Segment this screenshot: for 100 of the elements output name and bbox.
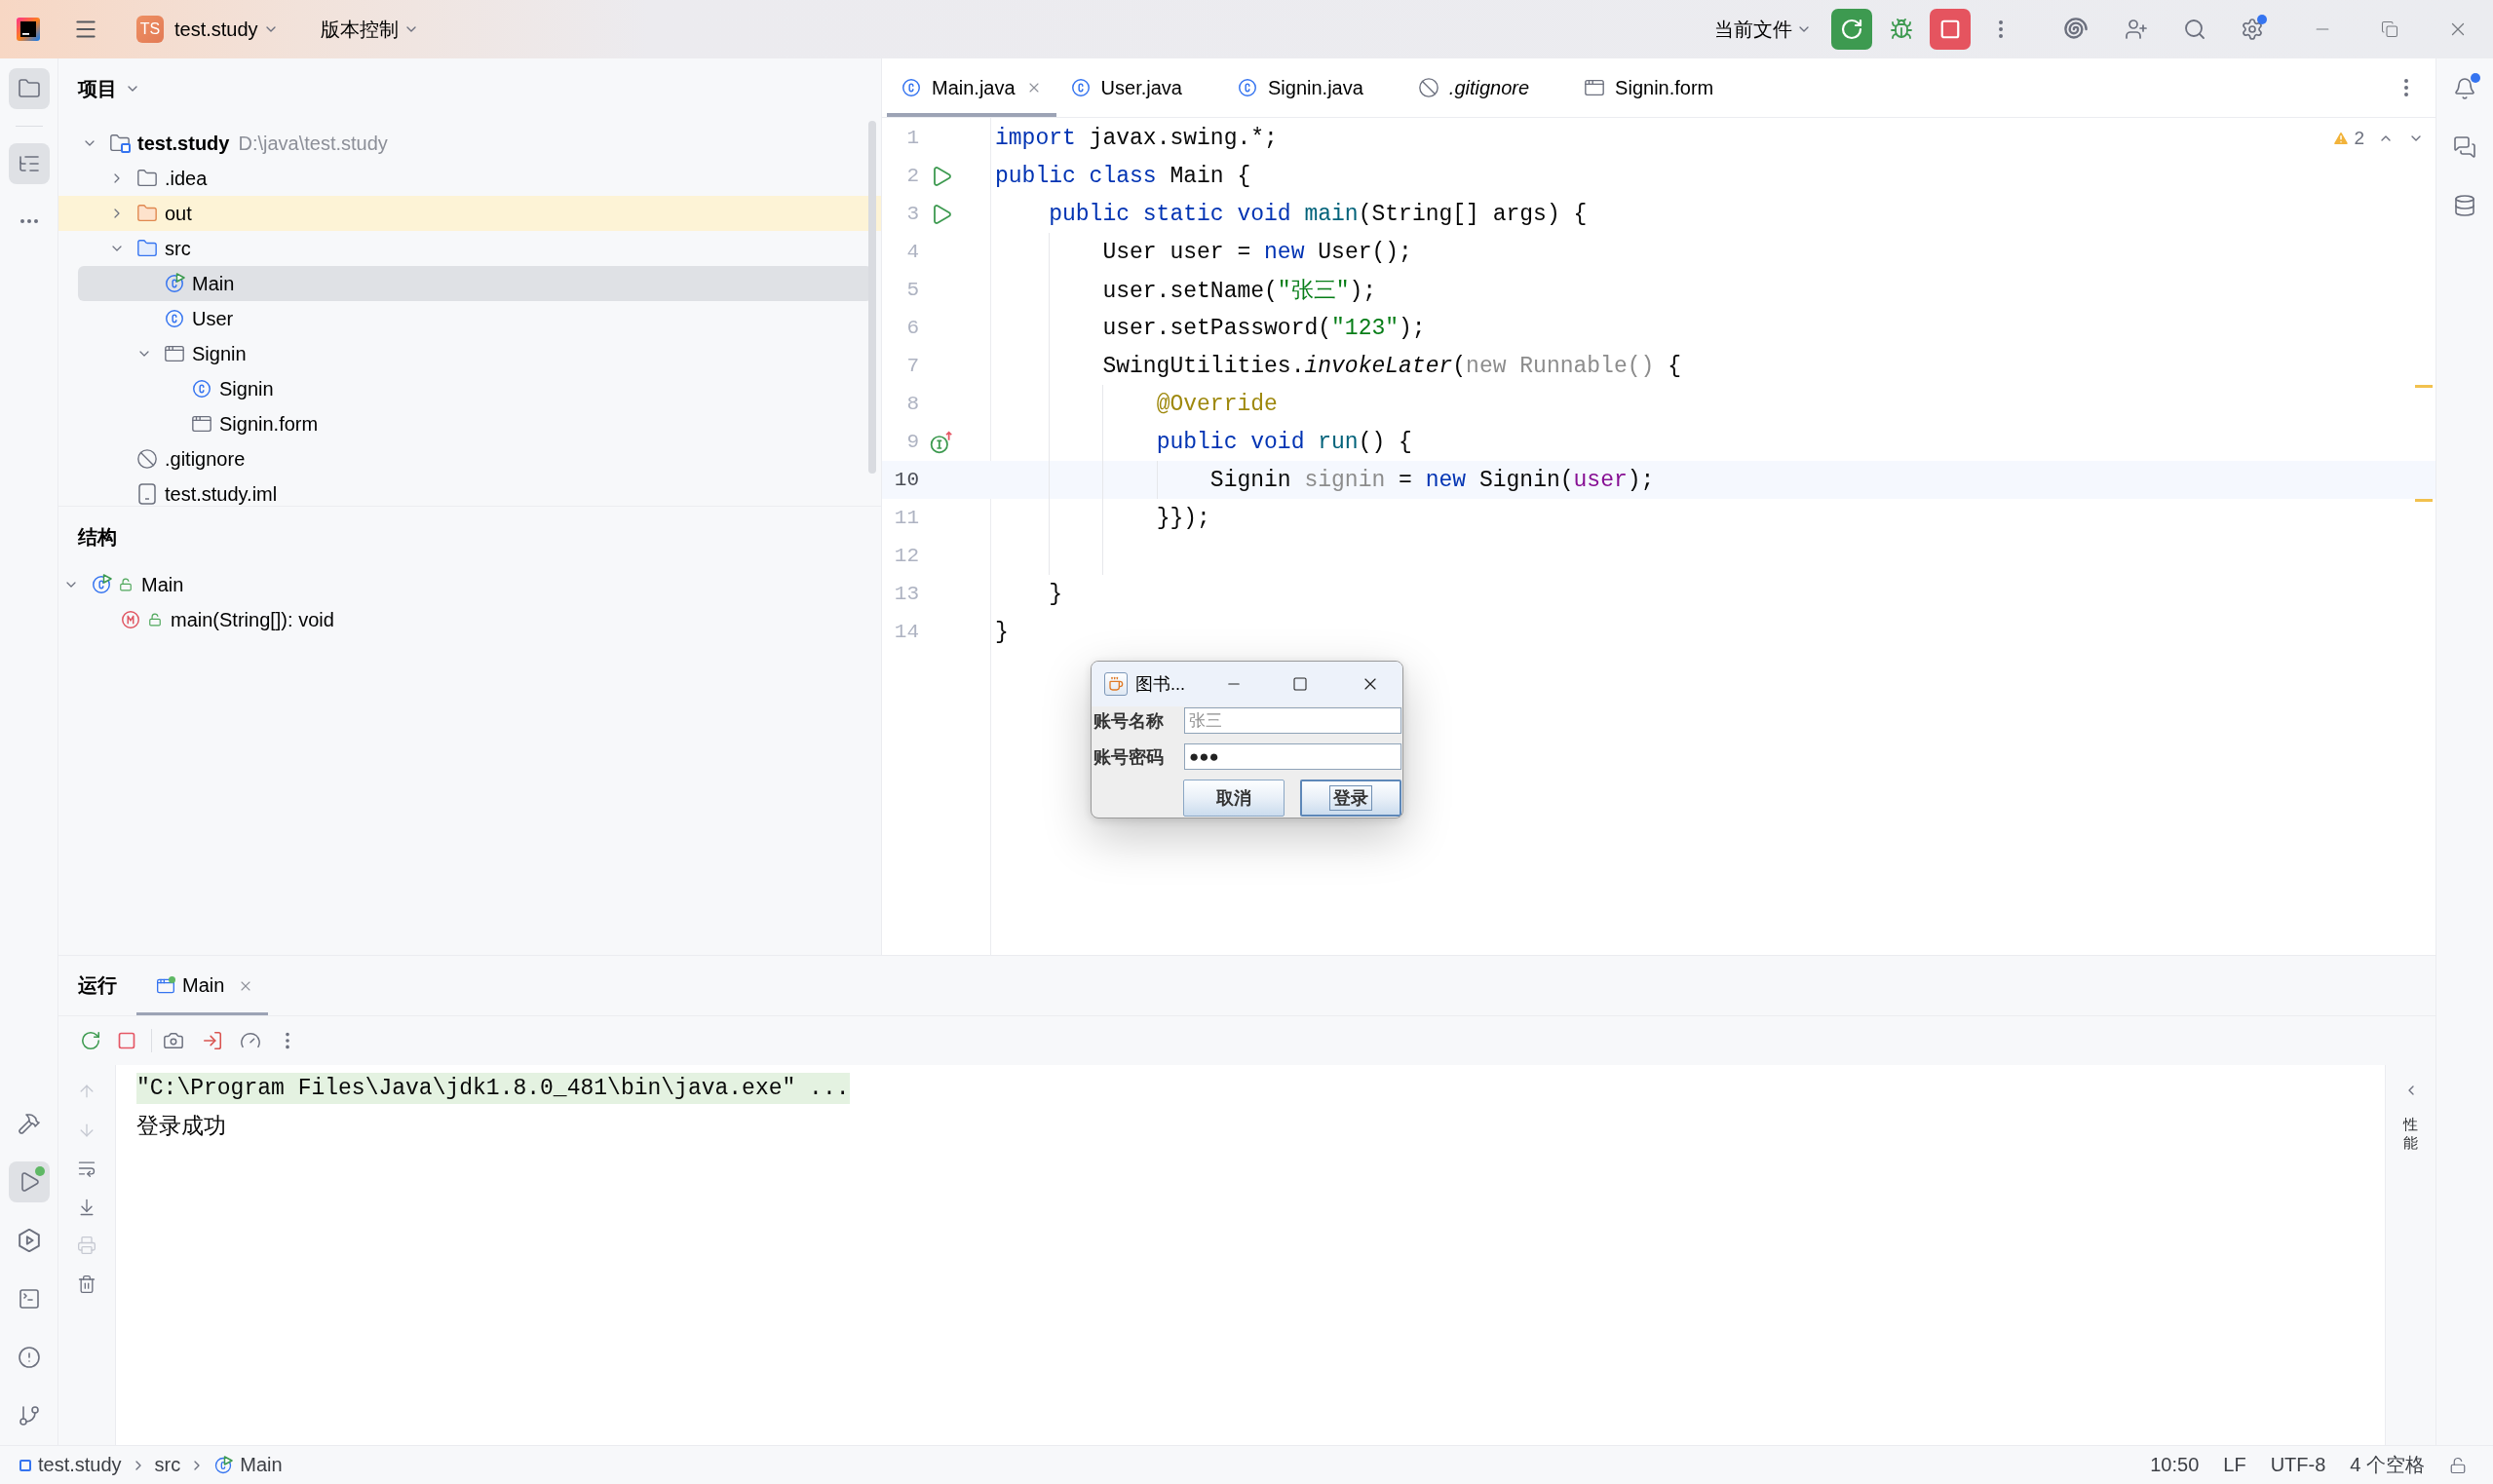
circle-i-arrow-icon[interactable] — [930, 430, 953, 454]
breadcrumb[interactable]: src — [154, 1454, 181, 1476]
m-circle-icon — [120, 609, 141, 630]
tool-window-button[interactable] — [8, 143, 50, 184]
square-icon — [19, 1459, 31, 1471]
dialog-button[interactable]: 登录 — [1300, 780, 1401, 817]
settings-icon[interactable] — [2241, 18, 2264, 41]
c-circle-play-icon — [91, 574, 112, 595]
chat-bubbles-icon — [2453, 135, 2476, 159]
tree-item[interactable]: Signin.form — [78, 406, 872, 441]
terminal-icon — [17, 1287, 41, 1311]
tree-item[interactable]: .idea — [78, 161, 872, 196]
hexagon-play-icon — [17, 1229, 41, 1252]
input-field[interactable]: 张三 — [1184, 707, 1401, 734]
camera-icon[interactable] — [163, 1030, 184, 1051]
code-line: public static void main(String[] args) { — [1049, 201, 1588, 227]
dialog-title: 图书... — [1135, 673, 1185, 696]
section-title: 结构 — [78, 524, 117, 550]
tree-item[interactable]: main(String[]): void — [59, 602, 872, 637]
maximize-icon[interactable] — [1292, 676, 1308, 692]
dialog-button[interactable]: 取消 — [1183, 780, 1285, 817]
field-label: 账号名称 — [1093, 709, 1164, 733]
open-lock-icon — [119, 578, 133, 591]
breadcrumb[interactable]: Main — [213, 1454, 283, 1476]
window-icon — [1584, 77, 1606, 98]
trash-icon[interactable] — [77, 1274, 96, 1294]
c-circle-icon — [1237, 77, 1258, 98]
tree-item[interactable]: Signin — [78, 371, 872, 406]
encoding[interactable]: UTF-8 — [2270, 1454, 2326, 1476]
tree-item[interactable]: Main — [59, 567, 872, 602]
line-number: 14 — [894, 621, 919, 643]
line-number: 6 — [906, 317, 919, 339]
spiral-icon[interactable] — [2064, 18, 2088, 41]
c-circle-icon — [1069, 77, 1092, 98]
square-icon — [1939, 19, 1961, 40]
rerun-button[interactable] — [1831, 9, 1872, 50]
folder-badge-icon — [109, 133, 131, 154]
database-icon — [2453, 194, 2476, 217]
app-logo — [17, 18, 40, 41]
window-icon — [191, 413, 212, 435]
tool-window-button[interactable] — [8, 1161, 50, 1202]
tree-item[interactable]: Signin — [78, 336, 872, 371]
stop-button[interactable] — [1930, 9, 1971, 50]
ban-icon — [136, 448, 158, 470]
breadcrumb[interactable]: test.study — [19, 1454, 122, 1476]
tree-item[interactable]: src — [78, 231, 872, 266]
hammer-icon — [17, 1112, 41, 1135]
tool-window-button[interactable] — [8, 68, 50, 109]
folder-icon — [17, 77, 41, 100]
editor-tab[interactable]: User.java — [1055, 58, 1223, 117]
line-number: 3 — [906, 203, 919, 225]
tree-item[interactable]: test.study D:\java\test.study — [78, 126, 872, 161]
bell-icon — [2453, 77, 2476, 100]
code-line: public void run() { — [1156, 429, 1412, 455]
run-tab[interactable]: Main — [136, 956, 269, 1015]
c-circle-icon — [901, 77, 922, 98]
console-output: 登录成功 — [136, 1114, 226, 1142]
rotate-arrow-icon[interactable] — [80, 1030, 101, 1051]
editor-tab[interactable]: Signin.form — [1570, 58, 1755, 117]
indent-setting[interactable]: 4 个空格 — [2350, 1452, 2425, 1478]
code-line: public class Main { — [995, 163, 1251, 189]
tree-item[interactable]: out — [58, 196, 881, 231]
project-selector[interactable]: TS test.study — [136, 16, 279, 43]
git-branch-icon — [17, 1404, 41, 1427]
scrollbar-thumb[interactable] — [868, 121, 876, 474]
line-number: 2 — [906, 165, 919, 187]
code-line: user.setPassword("123"); — [1102, 315, 1426, 341]
vcs-menu[interactable]: 版本控制 — [320, 16, 419, 43]
editor-tab[interactable]: Signin.java — [1223, 58, 1404, 117]
code-line: } — [1049, 581, 1062, 607]
line-number: 1 — [906, 127, 919, 149]
arrow-into-box-icon[interactable] — [202, 1030, 223, 1051]
line-number: 13 — [894, 583, 919, 605]
editor-tab[interactable]: .gitignore — [1403, 58, 1571, 117]
window-icon — [164, 343, 185, 364]
tree-item[interactable]: User — [78, 301, 872, 336]
caret-position[interactable]: 10:50 — [2150, 1454, 2200, 1476]
bug-icon[interactable] — [1890, 18, 1913, 41]
input-field[interactable]: ●●● — [1184, 743, 1401, 770]
search-icon[interactable] — [2183, 18, 2206, 41]
line-ending[interactable]: LF — [2223, 1454, 2246, 1476]
code-line: SwingUtilities.invokeLater(new Runnable() { — [1102, 353, 1681, 379]
line-number: 9 — [906, 431, 919, 453]
run-config-selector[interactable]: 当前文件 — [1714, 16, 1812, 43]
square-icon[interactable] — [117, 1031, 136, 1050]
user-plus-icon[interactable] — [2125, 18, 2148, 41]
code-line: @Override — [1156, 391, 1278, 417]
line-number: 8 — [906, 393, 919, 415]
line-number: 7 — [906, 355, 919, 377]
field-label: 账号密码 — [1093, 745, 1164, 769]
open-lock-icon[interactable] — [2449, 1456, 2467, 1474]
tree-item[interactable]: test.study.iml — [78, 476, 872, 506]
folder-icon — [136, 168, 158, 189]
code-line: User user = new User(); — [1102, 239, 1412, 265]
view-selector[interactable]: 项目 — [78, 75, 140, 102]
side-panel-tab[interactable]: 性能 — [2403, 1116, 2418, 1153]
warning-count[interactable]: 2 — [2354, 127, 2364, 149]
tree-item[interactable]: .gitignore — [78, 441, 872, 476]
c-circle-play-icon — [164, 273, 185, 294]
restore-icon[interactable] — [2381, 20, 2398, 38]
